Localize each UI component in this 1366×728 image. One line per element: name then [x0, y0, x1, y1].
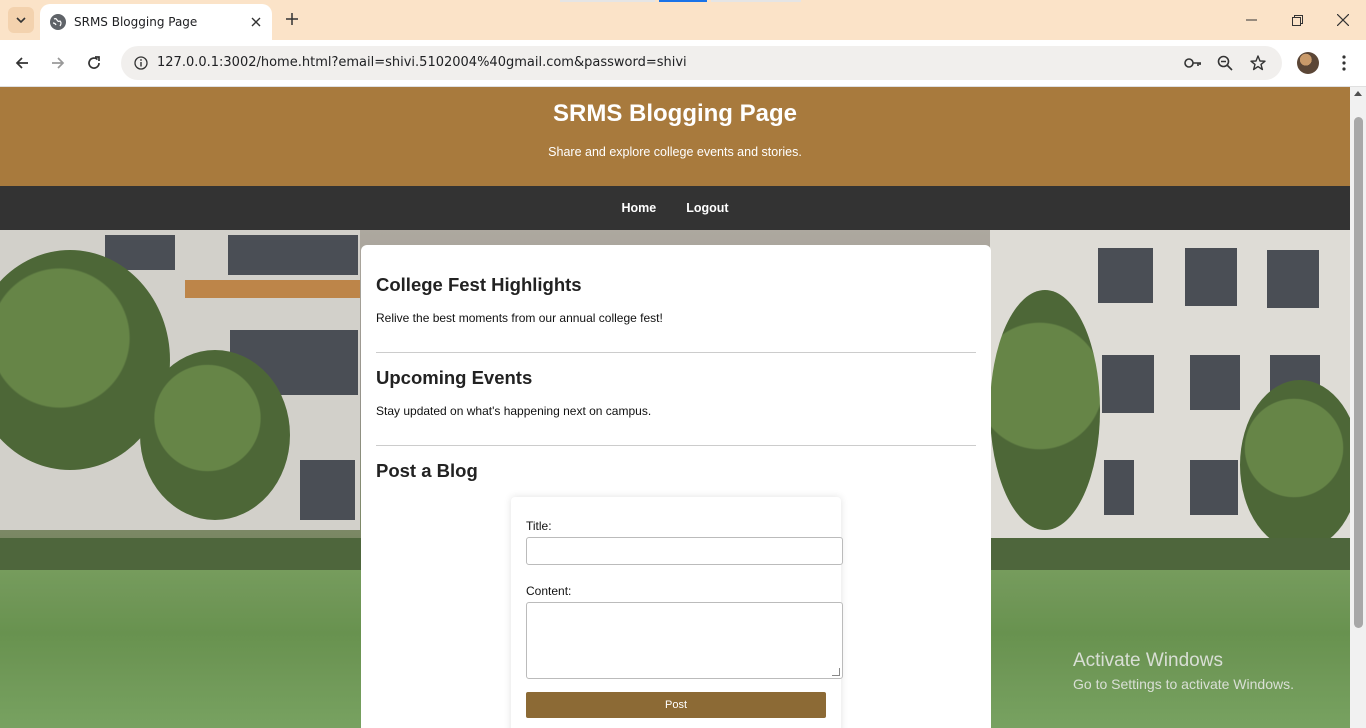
divider [376, 445, 976, 446]
title-input[interactable] [526, 537, 843, 565]
activate-windows-watermark: Activate Windows Go to Settings to activ… [1073, 650, 1294, 692]
address-bar[interactable]: 127.0.0.1:3002/home.html?email=shivi.510… [121, 46, 1282, 80]
nav-home-link[interactable]: Home [606, 201, 671, 215]
close-icon[interactable] [246, 12, 266, 32]
globe-icon [50, 14, 66, 30]
post-blog-heading: Post a Blog [376, 460, 478, 481]
star-icon[interactable] [1246, 51, 1270, 75]
divider [376, 352, 976, 353]
section-text: Relive the best moments from our annual … [376, 311, 663, 325]
browser-toolbar: 127.0.0.1:3002/home.html?email=shivi.510… [0, 40, 1366, 87]
browser-tab[interactable]: SRMS Blogging Page [40, 4, 272, 40]
watermark-subtitle: Go to Settings to activate Windows. [1073, 676, 1294, 692]
site-info-icon[interactable] [129, 51, 153, 75]
section-heading: Upcoming Events [376, 367, 533, 388]
url-text: 127.0.0.1:3002/home.html?email=shivi.510… [157, 55, 687, 70]
back-icon[interactable] [9, 50, 35, 76]
tab-title: SRMS Blogging Page [74, 15, 198, 29]
forward-icon[interactable] [45, 50, 71, 76]
close-window-icon[interactable] [1320, 0, 1366, 40]
zoom-icon[interactable] [1213, 51, 1237, 75]
resize-handle-icon[interactable] [832, 668, 840, 676]
watermark-title: Activate Windows [1073, 650, 1223, 671]
more-icon[interactable] [1332, 50, 1356, 76]
restore-icon[interactable] [1274, 0, 1320, 40]
browser-tabbar: SRMS Blogging Page [0, 0, 1366, 40]
minimize-icon[interactable] [1228, 0, 1274, 40]
content-textarea[interactable] [526, 602, 843, 679]
indicator-left [560, 0, 655, 2]
indicator-active [659, 0, 707, 2]
site-header: SRMS Blogging Page Share and explore col… [0, 87, 1350, 186]
tab-search-icon[interactable] [8, 7, 34, 33]
post-button[interactable]: Post [526, 692, 826, 718]
page-title: SRMS Blogging Page [552, 100, 797, 127]
indicator-right [711, 0, 801, 2]
page-viewport: SRMS Blogging Page Share and explore col… [0, 87, 1350, 728]
scroll-up-icon[interactable] [1354, 91, 1362, 96]
scrollbar-thumb[interactable] [1354, 117, 1363, 628]
content-card: College Fest Highlights Relive the best … [361, 245, 991, 728]
key-icon[interactable] [1181, 51, 1205, 75]
site-nav: Home Logout [0, 186, 1350, 230]
post-blog-form: Title: Content: Post [511, 497, 843, 728]
section-heading: College Fest Highlights [376, 274, 582, 295]
nav-logout-link[interactable]: Logout [671, 201, 743, 215]
section-text: Stay updated on what's happening next on… [376, 404, 652, 418]
reload-icon[interactable] [81, 50, 107, 76]
content-label: Content: [526, 584, 572, 598]
plus-icon[interactable] [282, 9, 302, 29]
page-scrollbar[interactable] [1350, 87, 1366, 728]
page-subtitle: Share and explore college events and sto… [548, 145, 802, 159]
avatar[interactable] [1297, 52, 1319, 74]
title-label: Title: [526, 519, 552, 533]
